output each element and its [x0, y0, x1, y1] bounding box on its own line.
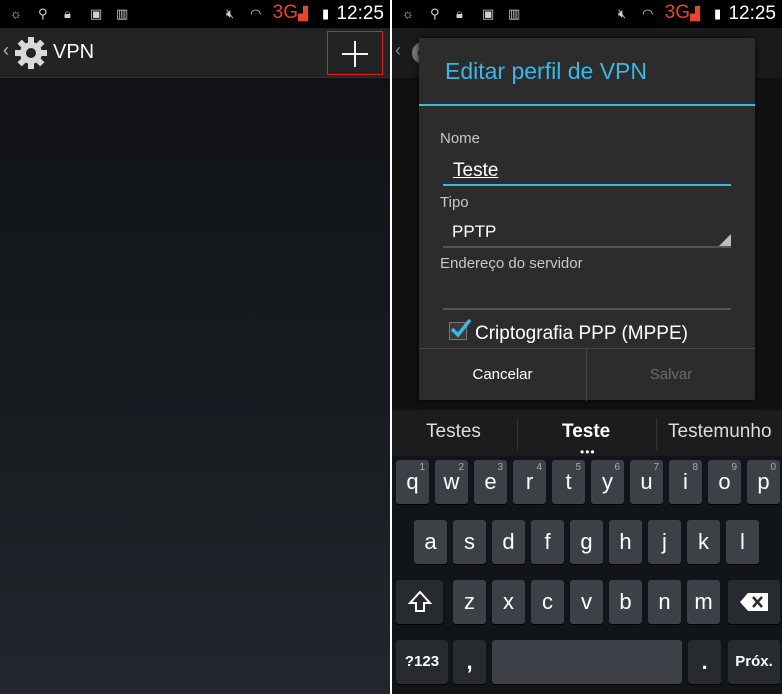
edit-vpn-dialog: Editar perfil de VPN Nome Teste Tipo PPT… [419, 38, 755, 401]
key-y[interactable]: y6 [591, 460, 624, 504]
dialog-title: Editar perfil de VPN [445, 58, 647, 84]
key-e[interactable]: e3 [474, 460, 507, 504]
suggestion-strip: Testes Teste ••• Testemunho [392, 410, 782, 459]
key-x[interactable]: x [492, 580, 525, 624]
action-bar: ‹ VPN [0, 28, 390, 78]
name-input[interactable]: Teste [453, 160, 498, 182]
save-button[interactable]: Salvar [587, 349, 755, 401]
battery-icon: ▮ [322, 6, 330, 21]
shift-icon [407, 590, 432, 612]
shift-key[interactable] [396, 580, 443, 624]
barcode-icon: ▥ [508, 6, 521, 21]
key-l[interactable]: l [726, 520, 759, 564]
key-f[interactable]: f [531, 520, 564, 564]
page-title: VPN [53, 41, 95, 63]
server-label: Endereço do servidor [440, 255, 583, 272]
usb-icon: ⚲ [430, 6, 440, 21]
key-p[interactable]: p0 [747, 460, 780, 504]
dialog-buttons: Cancelar Salvar [419, 348, 755, 401]
key-m[interactable]: m [687, 580, 720, 624]
suggestion-3[interactable]: Testemunho [668, 421, 772, 443]
suggestion-separator [517, 418, 518, 450]
key-k[interactable]: k [687, 520, 720, 564]
type-select[interactable]: PPTP [452, 222, 496, 242]
brightness-icon: ☼ [402, 6, 414, 21]
key-j[interactable]: j [648, 520, 681, 564]
key-h[interactable]: h [609, 520, 642, 564]
key-a[interactable]: a [414, 520, 447, 564]
dropdown-arrow-icon[interactable] [719, 234, 731, 246]
key-period[interactable]: . [688, 640, 721, 684]
image-icon: ▣ [90, 6, 103, 21]
network-type: 3G [664, 2, 690, 23]
mute-icon: 🔇︎ [618, 6, 627, 21]
key-n[interactable]: n [648, 580, 681, 624]
lock-icon: 🔒︎ [456, 6, 463, 21]
network-type: 3G [272, 2, 298, 23]
brightness-icon: ☼ [10, 6, 22, 21]
next-key[interactable]: Próx. [728, 640, 780, 684]
edit-vpn-screen: ☼ ⚲ 🔒︎ ▣ ▥ 🔇︎ ◠ 3G ▟ ▮ 12:25 ‹ Editar pe… [392, 0, 782, 694]
key-comma[interactable]: , [453, 640, 486, 684]
key-g[interactable]: g [570, 520, 603, 564]
usb-icon: ⚲ [38, 6, 48, 21]
key-b[interactable]: b [609, 580, 642, 624]
key-z[interactable]: z [453, 580, 486, 624]
cancel-button[interactable]: Cancelar [419, 349, 587, 401]
symbols-key[interactable]: ?123 [396, 640, 448, 684]
check-icon [450, 318, 472, 338]
key-t[interactable]: t5 [552, 460, 585, 504]
server-input-underline [443, 308, 731, 310]
battery-icon: ▮ [714, 6, 722, 21]
signal-icon: ▟ [298, 6, 308, 21]
status-bar: ☼ ⚲ 🔒︎ ▣ ▥ 🔇︎ ◠ 3G ▟ ▮ 12:25 [0, 0, 390, 28]
chevron-left-icon: ‹ [395, 40, 401, 60]
key-i[interactable]: i8 [669, 460, 702, 504]
mute-icon: 🔇︎ [226, 6, 235, 21]
lock-icon: 🔒︎ [64, 6, 71, 21]
space-key[interactable] [492, 640, 682, 684]
wifi-icon: ◠ [642, 6, 654, 21]
chevron-left-icon[interactable]: ‹ [3, 40, 9, 61]
clock: 12:25 [728, 3, 776, 24]
backspace-key[interactable] [728, 580, 780, 624]
keyboard: q1 w2 e3 r4 t5 y6 u7 i8 o9 p0 a s d f g … [392, 456, 782, 694]
key-s[interactable]: s [453, 520, 486, 564]
key-c[interactable]: c [531, 580, 564, 624]
key-d[interactable]: d [492, 520, 525, 564]
key-q[interactable]: q1 [396, 460, 429, 504]
vpn-list-screen: ☼ ⚲ 🔒︎ ▣ ▥ 🔇︎ ◠ 3G ▟ ▮ 12:25 ‹ VPN [0, 0, 390, 694]
backspace-icon [740, 593, 768, 611]
key-r[interactable]: r4 [513, 460, 546, 504]
type-label: Tipo [440, 194, 469, 211]
type-select-underline [443, 246, 731, 248]
key-w[interactable]: w2 [435, 460, 468, 504]
key-v[interactable]: v [570, 580, 603, 624]
image-icon: ▣ [482, 6, 495, 21]
suggestion-2[interactable]: Teste [562, 421, 610, 443]
mppe-checkbox[interactable] [449, 318, 472, 340]
barcode-icon: ▥ [116, 6, 129, 21]
key-o[interactable]: o9 [708, 460, 741, 504]
wifi-icon: ◠ [250, 6, 262, 21]
mppe-label: Criptografia PPP (MPPE) [475, 323, 688, 344]
key-u[interactable]: u7 [630, 460, 663, 504]
signal-icon: ▟ [690, 6, 700, 21]
status-bar: ☼ ⚲ 🔒︎ ▣ ▥ 🔇︎ ◠ 3G ▟ ▮ 12:25 [392, 0, 782, 28]
settings-gear-icon [15, 37, 47, 69]
title-divider [419, 104, 755, 106]
name-label: Nome [440, 130, 481, 147]
clock: 12:25 [336, 3, 384, 24]
suggestion-1[interactable]: Testes [426, 421, 481, 443]
name-input-underline [443, 184, 731, 186]
add-vpn-button[interactable] [327, 31, 383, 75]
